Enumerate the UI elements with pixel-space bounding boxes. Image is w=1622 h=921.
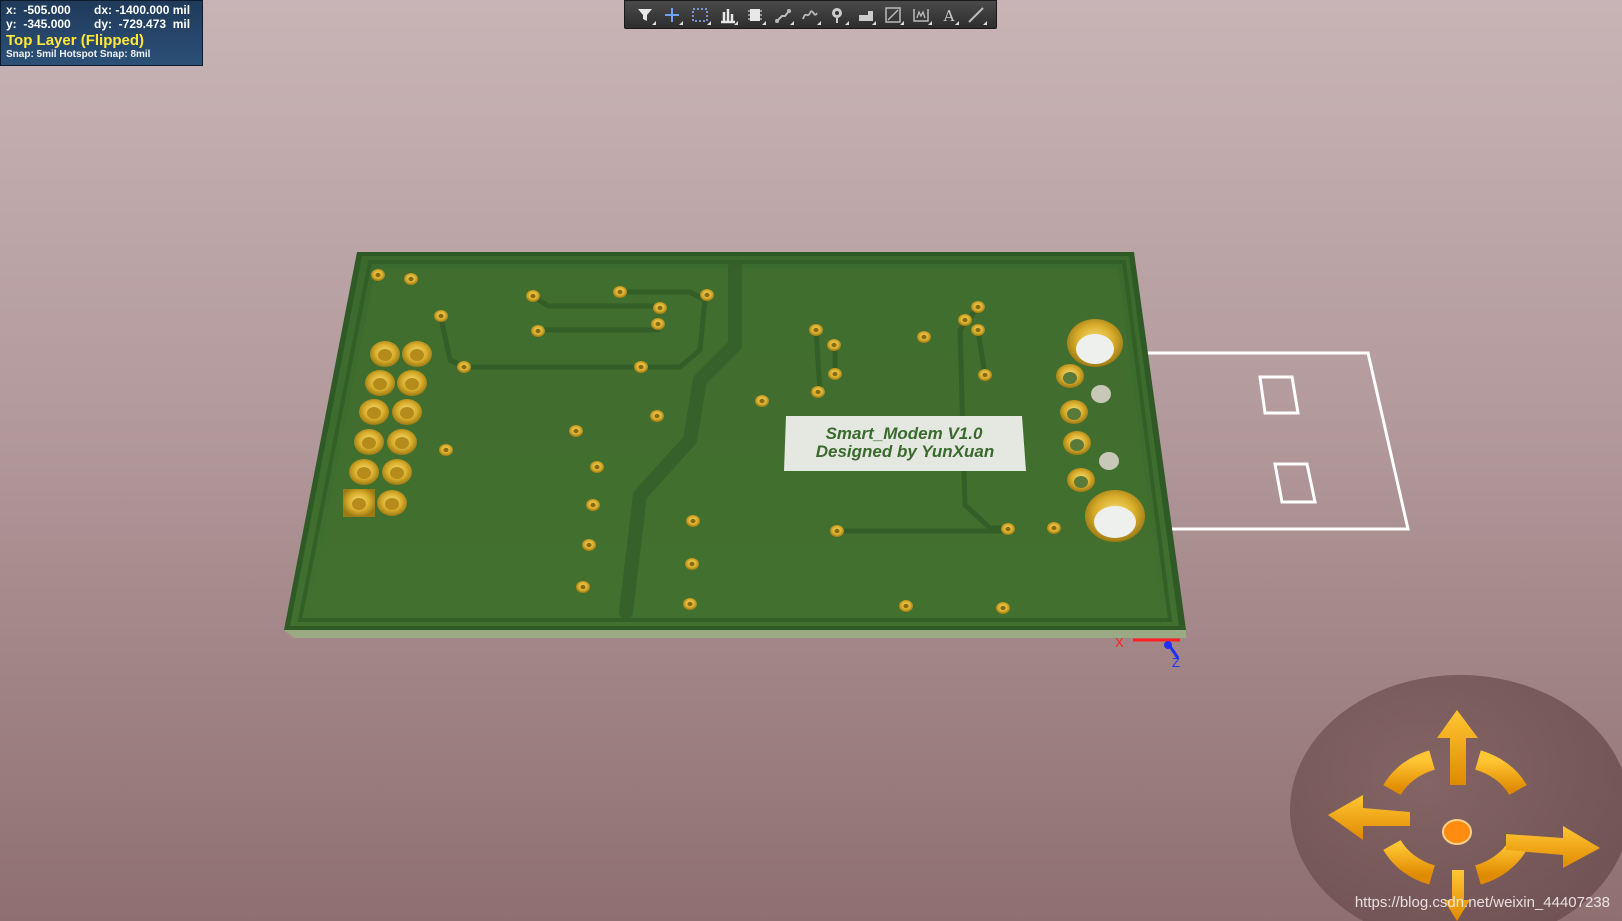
dimension-button[interactable] xyxy=(879,1,907,28)
header-pad-hole xyxy=(405,378,419,390)
header-pad-hole xyxy=(367,407,381,419)
svg-text:A: A xyxy=(942,7,954,24)
axis-z-label: Z xyxy=(1172,655,1180,670)
active-bar-toolbar: A xyxy=(624,0,997,29)
via-hole xyxy=(590,502,596,508)
via-hole xyxy=(638,364,644,370)
align-button[interactable] xyxy=(714,1,742,28)
silk-text-line1: Smart_Modem V1.0 xyxy=(826,424,983,443)
via-hole xyxy=(903,603,909,609)
line-button[interactable] xyxy=(962,1,990,28)
via-hole xyxy=(655,321,661,327)
hud-dx-value: dx: -1400.000 mil xyxy=(94,3,191,17)
via-hole xyxy=(975,304,981,310)
via-hole xyxy=(443,447,449,453)
align-icon xyxy=(720,8,735,23)
via-hole xyxy=(813,327,819,333)
via-hole xyxy=(617,289,623,295)
pcb-3d-viewport[interactable]: Smart_Modem V1.0 Designed by YunXuan X Z xyxy=(0,0,1622,921)
fill-button[interactable] xyxy=(852,1,880,28)
hud-row-y: y: -345.000 dy: -729.473 mil xyxy=(6,17,197,31)
watermark-url: https://blog.csdn.net/weixin_44407238 xyxy=(1354,894,1610,911)
via-hole xyxy=(690,518,696,524)
header-pad-hole xyxy=(395,437,409,449)
header-pad-hole xyxy=(378,349,392,361)
filter-tool-button[interactable] xyxy=(631,1,659,28)
via-hole xyxy=(654,413,660,419)
via-hole xyxy=(834,528,840,534)
fill-icon xyxy=(858,10,873,21)
diff-pair-button[interactable] xyxy=(797,1,825,28)
via-hole xyxy=(586,542,592,548)
via-hole xyxy=(759,398,765,404)
via-hole xyxy=(1000,605,1006,611)
via-hole xyxy=(815,389,821,395)
hud-dy-value: dy: -729.473 mil xyxy=(94,17,191,31)
header-pad-hole xyxy=(373,378,387,390)
via-hole xyxy=(1005,526,1011,532)
hud-y-value: y: -345.000 xyxy=(6,17,71,31)
usb-connector-outline xyxy=(1140,351,1410,531)
header-pad-hole xyxy=(357,467,371,479)
header-pad-hole xyxy=(352,498,366,510)
via-hole xyxy=(535,328,541,334)
via-hole xyxy=(962,317,968,323)
line-icon xyxy=(968,6,984,23)
via-hole xyxy=(461,364,467,370)
select-rect-icon xyxy=(692,7,708,22)
via-hole xyxy=(689,561,695,567)
via-hole xyxy=(921,334,927,340)
diff-pair-icon xyxy=(802,9,819,19)
header-pad-hole xyxy=(390,467,404,479)
via-hole xyxy=(657,305,663,311)
text-button[interactable]: A xyxy=(935,1,963,28)
hud-row-x: x: -505.000 dx: -1400.000 mil xyxy=(6,3,197,17)
navigation-gizmo[interactable] xyxy=(1290,675,1622,921)
silk-text-line2: Designed by YunXuan xyxy=(816,442,995,461)
route-button[interactable] xyxy=(769,1,797,28)
via-hole xyxy=(975,327,981,333)
via-hole xyxy=(1051,525,1057,531)
via-hole xyxy=(831,342,837,348)
via-icon xyxy=(832,7,843,23)
nav-center-icon[interactable] xyxy=(1442,819,1472,845)
via-hole xyxy=(530,293,536,299)
via-hole xyxy=(832,371,838,377)
hud-x-value: x: -505.000 xyxy=(6,3,71,17)
silkscreen-label: Smart_Modem V1.0 Designed by YunXuan xyxy=(784,416,1026,471)
snap-info: Snap: 5mil Hotspot Snap: 8mil xyxy=(6,49,151,60)
select-area-button[interactable] xyxy=(686,1,714,28)
axis-x-label: X xyxy=(1115,635,1124,650)
via-hole xyxy=(375,272,381,278)
component-button[interactable] xyxy=(741,1,769,28)
origin-axes-gizmo: X Z xyxy=(1115,635,1180,670)
header-pad-hole xyxy=(362,437,376,449)
coordinate-hud: x: -505.000 dx: -1400.000 mil y: -345.00… xyxy=(0,0,203,66)
component-icon xyxy=(748,8,763,21)
header-pad-hole xyxy=(385,498,399,510)
text-icon: A xyxy=(942,7,954,24)
via-hole xyxy=(982,372,988,378)
via-hole xyxy=(687,601,693,607)
via-hole xyxy=(594,464,600,470)
via-hole xyxy=(573,428,579,434)
current-layer-label: Top Layer (Flipped) xyxy=(6,32,145,49)
via-hole xyxy=(438,313,444,319)
header-pad-hole xyxy=(400,407,414,419)
header-pad-hole xyxy=(410,349,424,361)
room-icon xyxy=(913,8,929,22)
cross-icon xyxy=(665,7,680,22)
place-cross-button[interactable] xyxy=(659,1,687,28)
route-icon xyxy=(774,8,791,23)
via-hole xyxy=(408,276,414,282)
via-hole xyxy=(704,292,710,298)
via-hole xyxy=(580,584,586,590)
filter-icon xyxy=(637,8,652,21)
room-button[interactable] xyxy=(907,1,935,28)
dimension-icon xyxy=(885,6,902,23)
via-button[interactable] xyxy=(824,1,852,28)
